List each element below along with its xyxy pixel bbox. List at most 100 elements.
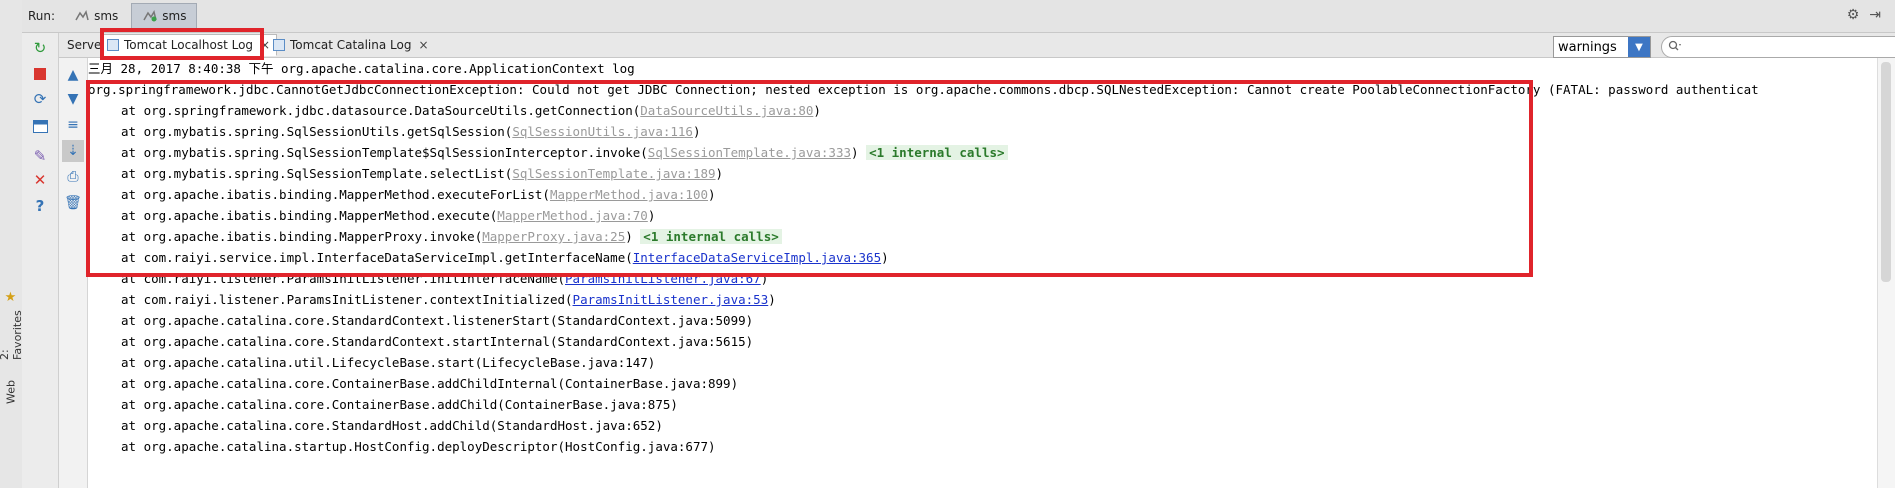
exception-line: org.springframework.jdbc.CannotGetJdbcCo… bbox=[88, 82, 1759, 97]
stack-frame-line: at org.apache.catalina.core.StandardHost… bbox=[88, 415, 663, 436]
internal-calls-badge[interactable]: <1 internal calls> bbox=[866, 145, 1008, 160]
search-icon bbox=[1668, 40, 1682, 55]
stack-frame-text: at org.apache.ibatis.binding.MapperProxy… bbox=[121, 229, 483, 244]
run-bar: Run: sms sms ⚙ ⇥ bbox=[22, 0, 1895, 33]
fold-expand-icon[interactable]: ⊞ bbox=[88, 142, 90, 163]
log-file-icon bbox=[107, 39, 119, 51]
pin-icon[interactable]: ✎ bbox=[29, 145, 51, 167]
stack-frame-line: at com.raiyi.listener.ParamsInitListener… bbox=[88, 268, 768, 289]
log-header-line: 三月 28, 2017 8:40:38 下午 org.apache.catali… bbox=[88, 61, 635, 76]
stop-icon[interactable] bbox=[29, 63, 51, 85]
log-console[interactable]: 三月 28, 2017 8:40:38 下午 org.apache.catali… bbox=[88, 58, 1878, 488]
stack-frame-line: at org.springframework.jdbc.datasource.D… bbox=[88, 100, 821, 121]
chevron-down-icon: ▼ bbox=[1628, 37, 1650, 57]
stack-frame-line: at org.apache.catalina.core.StandardCont… bbox=[88, 331, 753, 352]
stack-frame-text: at com.raiyi.listener.ParamsInitListener… bbox=[121, 271, 566, 286]
left-tool-strip: 2: Favorites ★ Web bbox=[0, 0, 24, 488]
stack-frame-suffix: ) bbox=[851, 145, 859, 160]
run-actions-toolbar: ↻ ⟳ ✎ ✕ ? bbox=[22, 33, 59, 488]
stack-frame-text: at org.apache.catalina.core.ContainerBas… bbox=[121, 376, 739, 391]
tab-label: Tomcat Localhost Log bbox=[124, 38, 254, 52]
update-application-icon[interactable]: ⟳ bbox=[29, 88, 51, 110]
layout-icon[interactable] bbox=[29, 115, 51, 137]
stack-frame-suffix: ) bbox=[768, 292, 776, 307]
source-link[interactable]: SqlSessionTemplate.java:189 bbox=[512, 166, 715, 181]
stack-frame-text: at org.apache.catalina.util.LifecycleBas… bbox=[121, 355, 656, 370]
soft-wrap-icon[interactable]: ≡ bbox=[62, 114, 84, 136]
web-tool-tab[interactable]: Web bbox=[2, 372, 20, 412]
source-link[interactable]: MapperMethod.java:100 bbox=[550, 187, 708, 202]
stack-frame-line: at org.apache.catalina.startup.HostConfi… bbox=[88, 436, 716, 457]
run-config-icon bbox=[142, 9, 158, 23]
stack-frame-suffix: ) bbox=[692, 124, 701, 139]
help-icon[interactable]: ? bbox=[29, 195, 51, 217]
fold-expand-icon[interactable]: ⊞ bbox=[88, 226, 90, 247]
source-link[interactable]: MapperProxy.java:25 bbox=[482, 229, 625, 244]
stack-frame-text: at com.raiyi.service.impl.InterfaceDataS… bbox=[121, 250, 633, 265]
stack-frame-text: at org.apache.catalina.startup.HostConfi… bbox=[121, 439, 716, 454]
stack-frame-text: at org.apache.catalina.core.StandardCont… bbox=[121, 334, 754, 349]
stack-frame-suffix: ) bbox=[625, 229, 633, 244]
run-tab-label: sms bbox=[162, 9, 187, 23]
scroll-up-icon[interactable]: ▲ bbox=[62, 64, 84, 86]
stack-frame-line: at org.apache.ibatis.binding.MapperMetho… bbox=[88, 205, 655, 226]
stack-frame-text: at org.mybatis.spring.SqlSessionTemplate… bbox=[121, 166, 513, 181]
source-link[interactable]: ParamsInitListener.java:53 bbox=[573, 292, 769, 307]
source-link[interactable]: ParamsInitListener.java:67 bbox=[565, 271, 761, 286]
source-link[interactable]: MapperMethod.java:70 bbox=[497, 208, 648, 223]
source-link[interactable]: SqlSessionUtils.java:116 bbox=[512, 124, 693, 139]
favorites-tool-tab[interactable]: 2: Favorites ★ bbox=[0, 290, 24, 360]
stack-frame-text: at org.apache.ibatis.binding.MapperMetho… bbox=[121, 187, 550, 202]
log-level-value: warnings bbox=[1558, 39, 1617, 55]
web-label: Web bbox=[4, 380, 18, 404]
settings-gear-icon[interactable]: ⚙ bbox=[1847, 7, 1860, 23]
close-tab-icon[interactable]: × bbox=[418, 38, 428, 52]
tab-tomcat-catalina-log[interactable]: Tomcat Catalina Log × bbox=[267, 34, 435, 56]
print-icon[interactable]: ⎙ bbox=[62, 166, 84, 188]
stack-frame-line: at org.apache.ibatis.binding.MapperMetho… bbox=[88, 184, 716, 205]
source-link[interactable]: InterfaceDataServiceImpl.java:365 bbox=[633, 250, 881, 265]
tab-label: Tomcat Catalina Log bbox=[290, 38, 412, 52]
stack-frame-line: at org.apache.catalina.core.StandardCont… bbox=[88, 310, 753, 331]
run-tab-label: sms bbox=[94, 9, 119, 23]
scroll-down-icon[interactable]: ▼ bbox=[62, 88, 84, 110]
stack-frame-line: at org.apache.catalina.util.LifecycleBas… bbox=[88, 352, 655, 373]
run-tab-sms-2[interactable]: sms bbox=[131, 3, 198, 29]
stack-frame-line: at org.mybatis.spring.SqlSessionUtils.ge… bbox=[88, 121, 701, 142]
stack-frame-suffix: ) bbox=[881, 250, 889, 265]
stack-frame-line: at org.apache.catalina.core.ContainerBas… bbox=[88, 373, 738, 394]
vertical-scrollbar[interactable] bbox=[1877, 58, 1895, 488]
source-link[interactable]: SqlSessionTemplate.java:333 bbox=[648, 145, 851, 160]
stack-frame-suffix: ) bbox=[760, 271, 769, 286]
hide-panel-icon[interactable]: ⇥ bbox=[1869, 7, 1881, 23]
stack-frame-text: at org.mybatis.spring.SqlSessionUtils.ge… bbox=[121, 124, 513, 139]
search-input[interactable] bbox=[1684, 39, 1895, 55]
internal-calls-badge[interactable]: <1 internal calls> bbox=[640, 229, 782, 244]
stack-frame-text: at org.apache.catalina.core.ContainerBas… bbox=[121, 397, 678, 412]
stack-frame-suffix: ) bbox=[647, 208, 656, 223]
stack-frame-suffix: ) bbox=[708, 187, 716, 202]
run-config-icon bbox=[74, 9, 90, 23]
favorites-label: 2: Favorites bbox=[0, 310, 24, 360]
log-file-icon bbox=[273, 39, 285, 51]
stack-frame-text: at org.mybatis.spring.SqlSessionTemplate… bbox=[121, 145, 648, 160]
tab-tomcat-localhost-log[interactable]: Tomcat Localhost Log × bbox=[100, 34, 278, 56]
run-tab-sms-1[interactable]: sms bbox=[63, 3, 129, 29]
close-icon[interactable]: ✕ bbox=[29, 169, 51, 191]
run-label: Run: bbox=[28, 9, 56, 23]
stack-frame-text: at org.apache.ibatis.binding.MapperMetho… bbox=[121, 208, 498, 223]
stack-frame-line: ⊞ at org.mybatis.spring.SqlSessionTemplat… bbox=[88, 142, 1008, 163]
stack-frame-text: at org.apache.catalina.core.StandardHost… bbox=[121, 418, 663, 433]
stack-frame-line: at com.raiyi.listener.ParamsInitListener… bbox=[88, 289, 776, 310]
rerun-icon[interactable]: ↻ bbox=[29, 37, 51, 59]
stack-frame-line: ⊞ at org.apache.ibatis.binding.MapperProx… bbox=[88, 226, 782, 247]
scrollbar-thumb[interactable] bbox=[1881, 62, 1891, 282]
clear-all-icon[interactable]: 🗑 bbox=[62, 192, 84, 214]
scroll-to-end-icon[interactable]: ⇣ bbox=[62, 140, 84, 162]
log-search-field[interactable] bbox=[1661, 36, 1895, 58]
source-link[interactable]: DataSourceUtils.java:80 bbox=[640, 103, 813, 118]
log-tab-strip: Server Tomcat Localhost Log × Tomcat Cat… bbox=[59, 33, 1895, 58]
stack-frame-line: at org.mybatis.spring.SqlSessionTemplate… bbox=[88, 163, 723, 184]
log-level-select[interactable]: warnings ▼ bbox=[1553, 36, 1651, 58]
stack-frame-text: at org.springframework.jdbc.datasource.D… bbox=[121, 103, 641, 118]
